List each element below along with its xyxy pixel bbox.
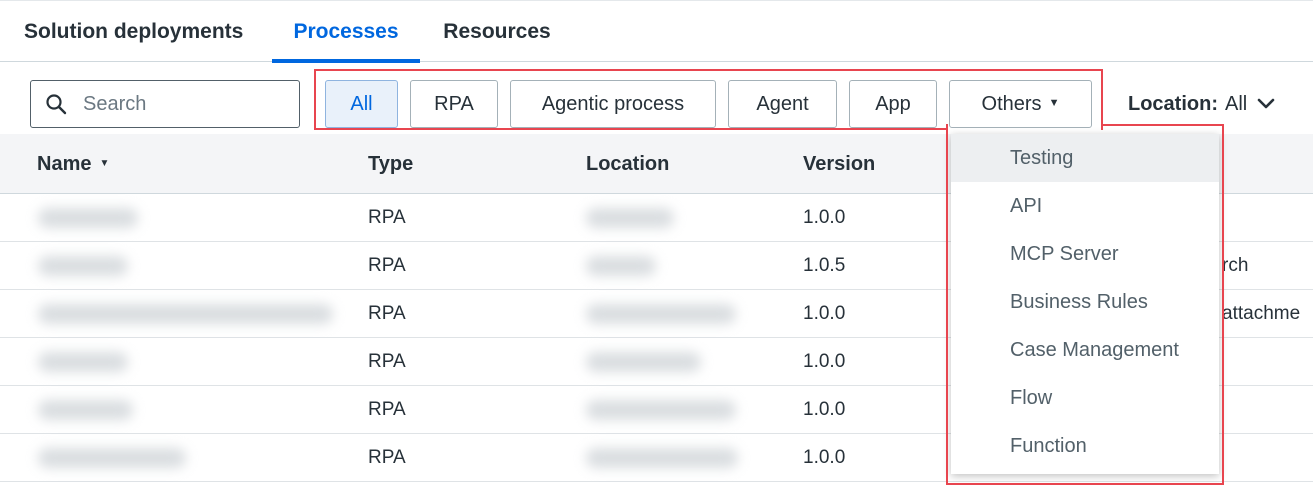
cell-version: 1.0.5 (803, 254, 846, 276)
redacted-name (38, 400, 133, 420)
chevron-down-icon (1257, 98, 1275, 109)
search-input[interactable] (83, 89, 293, 119)
cell-version: 1.0.0 (803, 398, 846, 420)
menu-item-mcp-server[interactable]: MCP Server (951, 230, 1219, 278)
redacted-name (38, 304, 333, 324)
filter-others-label: Others (981, 92, 1042, 115)
menu-item-business-rules[interactable]: Business Rules (951, 278, 1219, 326)
cell-description-overflow: rch (1222, 254, 1249, 276)
tab-solution-deployments[interactable]: Solution deployments (24, 1, 250, 62)
filter-agentic-process-button[interactable]: Agentic process (510, 80, 716, 128)
cell-type: RPA (368, 398, 406, 420)
cell-version: 1.0.0 (803, 446, 846, 468)
search-icon (46, 94, 67, 115)
location-filter[interactable]: Location: All (1128, 88, 1275, 120)
menu-item-case-management[interactable]: Case Management (951, 326, 1219, 374)
cell-version: 1.0.0 (803, 206, 846, 228)
column-header-version[interactable]: Version (803, 134, 875, 194)
redacted-location (586, 352, 701, 372)
redacted-location (586, 304, 736, 324)
cell-type: RPA (368, 206, 406, 228)
redacted-location (586, 400, 736, 420)
column-header-type[interactable]: Type (368, 134, 413, 194)
location-label: Location: (1128, 92, 1218, 115)
redacted-location (586, 448, 738, 468)
cell-version: 1.0.0 (803, 302, 846, 324)
cell-type: RPA (368, 446, 406, 468)
menu-item-api[interactable]: API (951, 182, 1219, 230)
filter-all-button[interactable]: All (325, 80, 398, 128)
tab-bar: Solution deployments Processes Resources (0, 0, 1313, 63)
filter-agent-button[interactable]: Agent (728, 80, 837, 128)
cell-version: 1.0.0 (803, 350, 846, 372)
search-box (30, 80, 300, 128)
cell-type: RPA (368, 302, 406, 324)
column-name-label: Name (37, 152, 92, 175)
filter-app-button[interactable]: App (849, 80, 937, 128)
cell-type: RPA (368, 350, 406, 372)
filter-others-button[interactable]: Others ▼ (949, 80, 1092, 128)
cell-type: RPA (368, 254, 406, 276)
location-value: All (1225, 92, 1248, 115)
annotation-highlight-connector-top (1101, 124, 1224, 126)
tab-processes[interactable]: Processes (272, 1, 420, 63)
column-header-location[interactable]: Location (586, 134, 669, 194)
annotation-highlight-connector (314, 128, 948, 130)
column-header-name[interactable]: Name ▼ (37, 134, 109, 194)
others-dropdown-menu: Testing API MCP Server Business Rules Ca… (951, 134, 1219, 474)
annotation-highlight-connector-right (1101, 69, 1103, 126)
redacted-name (38, 352, 128, 372)
caret-down-icon: ▼ (1048, 97, 1060, 109)
filter-rpa-button[interactable]: RPA (410, 80, 498, 128)
tab-resources[interactable]: Resources (441, 1, 553, 62)
menu-item-function[interactable]: Function (951, 422, 1219, 470)
redacted-name (38, 256, 128, 276)
redacted-location (586, 256, 656, 276)
cell-description-overflow: attachme (1222, 302, 1301, 324)
menu-item-flow[interactable]: Flow (951, 374, 1219, 422)
redacted-location (586, 208, 674, 228)
menu-item-testing[interactable]: Testing (951, 134, 1219, 182)
redacted-name (38, 208, 138, 228)
sort-caret-icon: ▼ (99, 157, 110, 169)
redacted-name (38, 448, 186, 468)
